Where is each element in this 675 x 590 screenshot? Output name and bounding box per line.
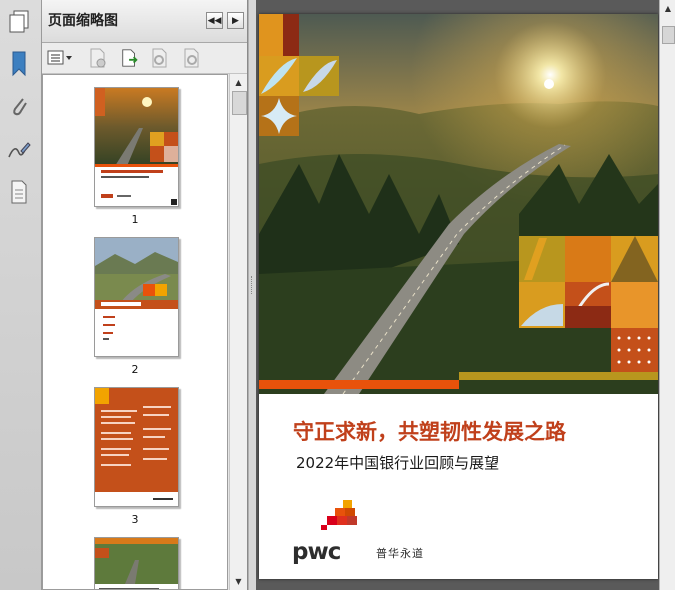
double-chevron-left-icon: ◀◀	[207, 15, 222, 26]
pwc-logo-text: pwc	[292, 539, 341, 565]
thumbnail-scrollbar[interactable]: ▲ ▼	[229, 74, 247, 590]
delete-page-icon	[90, 48, 106, 68]
pages-icon[interactable]	[5, 8, 33, 36]
scroll-thumb[interactable]	[232, 91, 247, 115]
scroll-thumb[interactable]	[662, 26, 675, 44]
options-menu-button[interactable]	[47, 48, 73, 68]
scroll-down-icon[interactable]: ▼	[230, 573, 247, 590]
thumbnail-page-2[interactable]	[94, 237, 179, 357]
attachment-icon[interactable]	[5, 92, 33, 120]
thumbnail-toolbar	[42, 43, 247, 74]
bookmark-icon[interactable]	[5, 50, 33, 78]
extract-page-icon	[152, 48, 167, 68]
extract-page-button[interactable]	[150, 48, 170, 68]
pwc-logo-mark	[321, 500, 357, 530]
cover-subtitle: 2022年中国银行业回顾与展望	[296, 454, 500, 472]
layers-icon[interactable]	[5, 178, 33, 206]
replace-page-icon	[184, 48, 199, 68]
expand-panel-button[interactable]: ▶	[227, 12, 244, 29]
cover-title: 守正求新，共塑韧性发展之路	[293, 419, 566, 444]
panel-title: 页面缩略图	[48, 13, 118, 29]
thumbnail-label-2: 2	[131, 363, 139, 376]
replace-page-button[interactable]	[182, 48, 202, 68]
splitter-grip[interactable]	[251, 276, 255, 294]
scroll-up-icon[interactable]: ▲	[230, 74, 247, 91]
delete-page-button[interactable]	[88, 48, 108, 68]
collapse-panel-button[interactable]: ◀◀	[206, 12, 223, 29]
thumbnail-list[interactable]: 1 2 3	[42, 74, 228, 590]
thumbnail-label-3: 3	[131, 513, 139, 526]
navigation-rail	[0, 0, 42, 590]
insert-page-icon	[122, 49, 138, 67]
thumbnail-page-3[interactable]	[94, 387, 179, 507]
cover-photo	[259, 14, 658, 395]
chevron-right-icon: ▶	[232, 15, 239, 26]
thumbnail-panel: 页面缩略图 ◀◀ ▶ 1 2 3 ▲ ▼	[42, 0, 248, 590]
document-page: 守正求新，共塑韧性发展之路 2022年中国银行业回顾与展望 pwc 普华永道	[259, 14, 658, 579]
brand-chinese-name: 普华永道	[376, 547, 424, 560]
panel-header: 页面缩略图 ◀◀ ▶	[42, 0, 247, 43]
insert-page-button[interactable]	[120, 48, 140, 68]
document-scrollbar[interactable]: ▲	[659, 0, 675, 590]
options-menu-icon	[47, 50, 72, 65]
thumbnail-page-4[interactable]	[94, 537, 179, 589]
document-view[interactable]: 守正求新，共塑韧性发展之路 2022年中国银行业回顾与展望 pwc 普华永道	[256, 0, 659, 590]
thumbnail-label-1: 1	[131, 213, 139, 226]
scroll-up-icon[interactable]: ▲	[660, 0, 675, 17]
thumbnail-page-1[interactable]	[94, 87, 179, 207]
signature-icon[interactable]	[5, 136, 33, 164]
